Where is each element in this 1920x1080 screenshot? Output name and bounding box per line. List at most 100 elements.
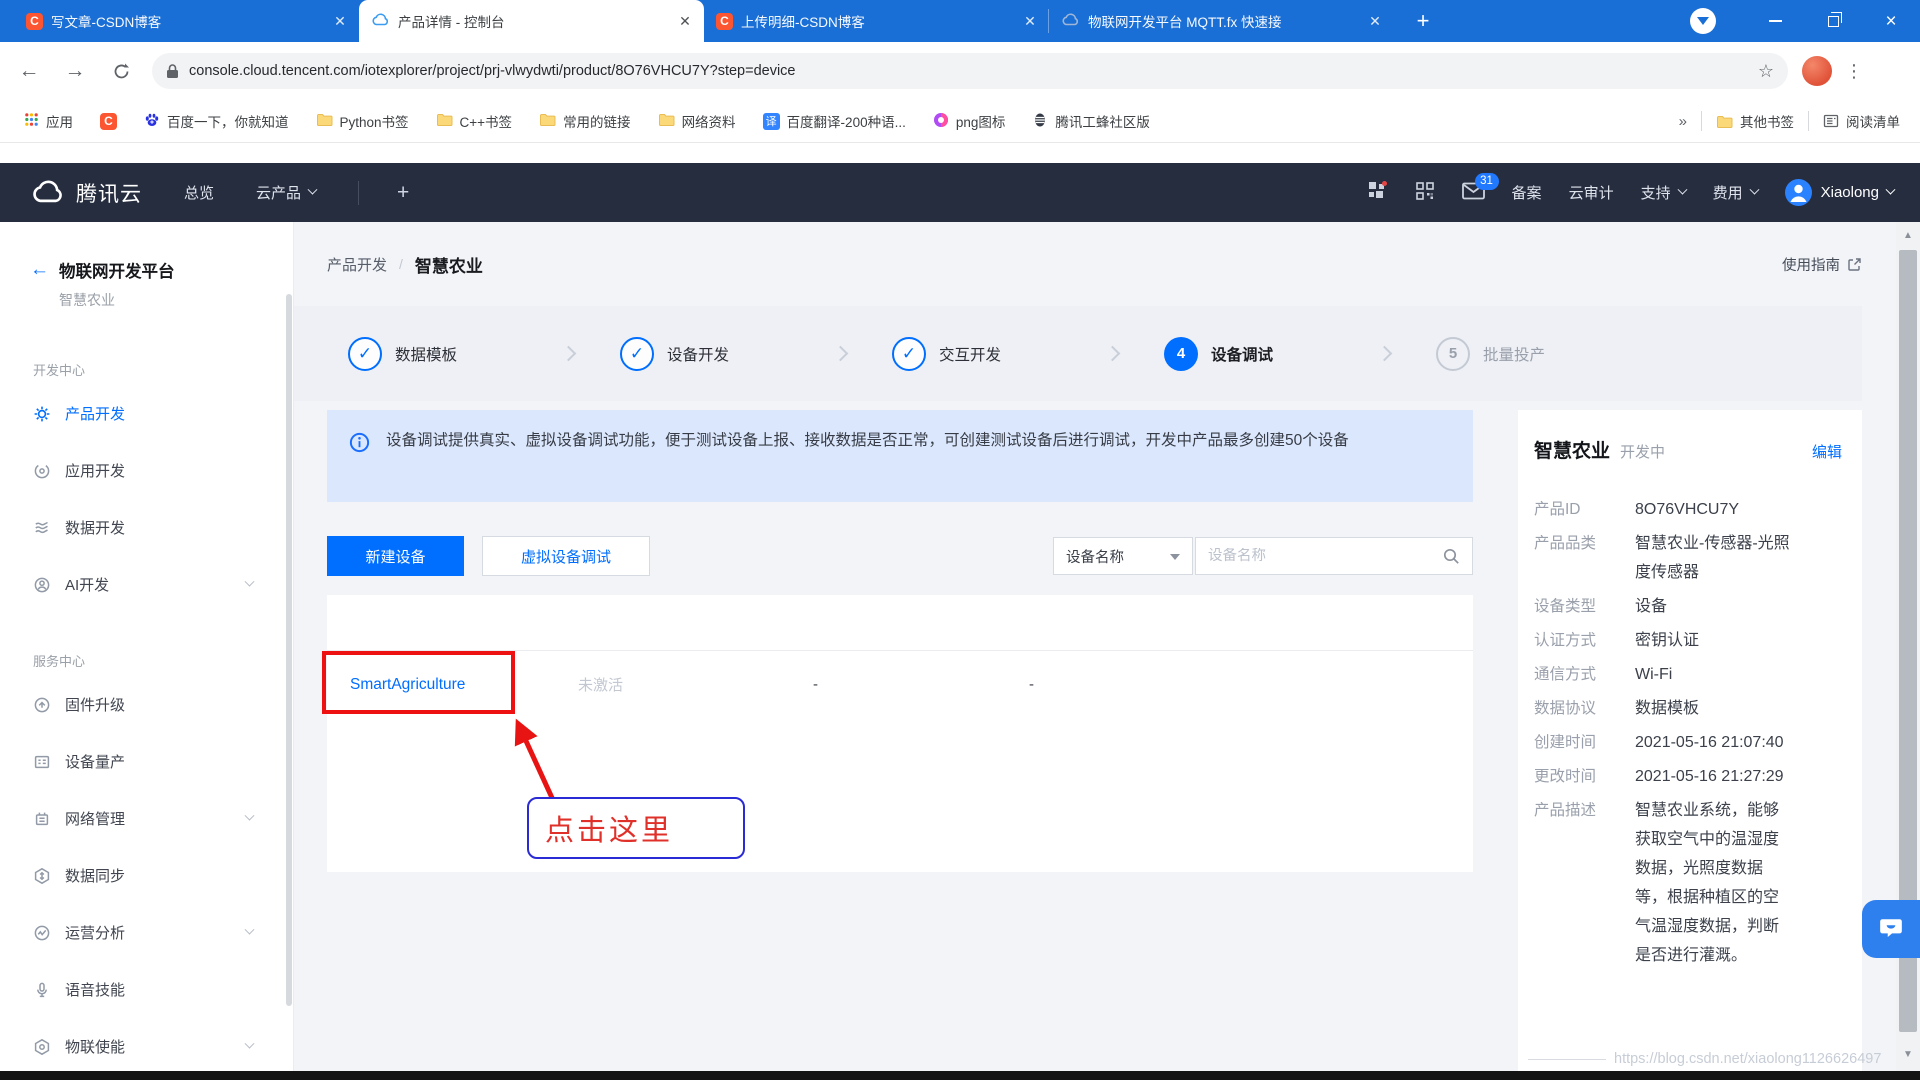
nav-right-item[interactable]: 备案 — [1512, 182, 1542, 203]
forward-button[interactable]: → — [58, 54, 92, 88]
sidebar-item[interactable]: 固件升级 — [0, 676, 293, 733]
sidebar-scrollbar[interactable] — [286, 294, 292, 1006]
bookmark-item[interactable]: 网络资料 — [658, 111, 736, 131]
reading-list-button[interactable]: 阅读清单 — [1823, 111, 1900, 131]
profile-avatar[interactable] — [1802, 56, 1832, 86]
minimize-button[interactable] — [1746, 0, 1804, 42]
chat-support-button[interactable] — [1862, 900, 1920, 958]
bookmark-item[interactable]: png图标 — [933, 111, 1006, 131]
chevron-down-icon — [1886, 185, 1896, 195]
product-status: 开发中 — [1620, 441, 1665, 462]
message-count-badge: 31 — [1475, 173, 1499, 190]
refresh-button[interactable] — [104, 54, 138, 88]
step-label: 数据模板 — [395, 343, 457, 365]
qrcode-icon[interactable] — [1415, 181, 1435, 205]
field-value: 2021-05-16 21:27:29 — [1635, 762, 1793, 791]
folder-icon — [316, 112, 333, 130]
bookmark-item[interactable]: 常用的链接 — [539, 111, 631, 131]
avatar-icon — [1785, 179, 1812, 206]
tab-close-icon[interactable]: ✕ — [1366, 13, 1384, 30]
sidebar-item[interactable]: 运营分析 — [0, 904, 293, 961]
step-item[interactable]: 数据模板 — [348, 337, 620, 371]
browser-tab[interactable]: C 上传明细-CSDN博客 ✕ — [704, 0, 1049, 42]
nav-right-item[interactable]: 费用 — [1713, 182, 1758, 203]
messages-button[interactable]: 31 — [1462, 182, 1485, 204]
step-item[interactable]: 交互开发 — [892, 337, 1164, 371]
nav-menu-item[interactable]: 云产品 — [256, 182, 316, 203]
field-label: 产品品类 — [1534, 529, 1635, 587]
tab-close-icon[interactable]: ✕ — [331, 13, 349, 30]
search-input[interactable] — [1208, 548, 1443, 564]
field-label: 产品ID — [1534, 495, 1635, 524]
user-menu[interactable]: Xiaolong — [1785, 179, 1894, 206]
breadcrumb-parent[interactable]: 产品开发 — [327, 254, 387, 275]
browser-tab[interactable]: C 写文章-CSDN博客 ✕ — [14, 0, 359, 42]
bookmark-item[interactable]: 译 百度翻译-200种语... — [763, 111, 906, 131]
sidebar-item[interactable]: 物联使能 — [0, 1018, 293, 1075]
search-box[interactable] — [1195, 537, 1473, 575]
back-arrow-icon[interactable]: ← — [30, 259, 49, 281]
sidebar-item[interactable]: 数据开发 — [0, 499, 293, 556]
virtual-debug-button[interactable]: 虚拟设备调试 — [482, 536, 650, 576]
table-header-row — [327, 595, 1473, 651]
console-apps-icon[interactable] — [1367, 180, 1388, 205]
nav-right-item[interactable]: 云审计 — [1569, 182, 1614, 203]
sidebar-item[interactable]: AI开发 — [0, 556, 293, 613]
tab-close-icon[interactable]: ✕ — [676, 13, 694, 30]
bookmark-item[interactable]: 百度一下，你就知道 — [144, 111, 289, 131]
scroll-down-icon[interactable]: ▼ — [1896, 1041, 1920, 1067]
address-bar[interactable]: console.cloud.tencent.com/iotexplorer/pr… — [152, 53, 1788, 89]
nav-add-button[interactable]: + — [397, 181, 409, 205]
brand-name: 腾讯云 — [76, 178, 142, 208]
tab-close-icon[interactable]: ✕ — [1021, 13, 1039, 30]
new-tab-button[interactable]: + — [1410, 8, 1436, 34]
bookmark-star-icon[interactable]: ☆ — [1758, 61, 1774, 82]
filter-dropdown[interactable]: 设备名称 — [1053, 537, 1193, 575]
sidebar-item[interactable]: 数据同步 — [0, 847, 293, 904]
menu-kebab-icon[interactable]: ⋮ — [1840, 61, 1868, 82]
chevron-down-icon — [1677, 185, 1687, 195]
sidebar-item[interactable]: 语音技能 — [0, 961, 293, 1018]
bookmark-item[interactable]: C — [100, 113, 117, 130]
bookmarks-overflow-button[interactable]: » — [1679, 113, 1687, 130]
step-item[interactable]: 设备开发 — [620, 337, 892, 371]
external-link-icon — [1847, 257, 1862, 272]
chevron-down-icon — [245, 577, 255, 587]
folder-icon — [1716, 114, 1733, 129]
other-bookmarks-button[interactable]: 其他书签 — [1716, 111, 1794, 131]
sidebar-item[interactable]: 产品开发 — [0, 385, 293, 442]
back-button[interactable]: ← — [12, 54, 46, 88]
step-item[interactable]: 4 设备调试 — [1164, 337, 1436, 371]
edit-link[interactable]: 编辑 — [1812, 441, 1842, 462]
step-circle — [620, 337, 654, 371]
bookmark-item[interactable]: Python书签 — [316, 111, 409, 131]
browser-update-icon[interactable] — [1690, 8, 1716, 34]
sidebar-item[interactable]: 应用开发 — [0, 442, 293, 499]
scroll-up-icon[interactable]: ▲ — [1896, 222, 1920, 248]
chevron-down-icon — [308, 185, 318, 195]
step-circle: 4 — [1164, 337, 1198, 371]
bookmark-item[interactable]: 应用 — [24, 111, 73, 131]
step-circle — [892, 337, 926, 371]
bookmark-label: Python书签 — [340, 111, 409, 131]
browser-tab[interactable]: 产品详情 - 控制台 ✕ — [359, 0, 704, 42]
step-item[interactable]: 5 批量投产 — [1436, 337, 1708, 371]
sidebar-item[interactable]: 设备量产 — [0, 733, 293, 790]
maximize-restore-button[interactable] — [1804, 0, 1862, 42]
nav-menu-item[interactable]: 总览 — [184, 182, 214, 203]
nav-right-item[interactable]: 支持 — [1641, 182, 1686, 203]
browser-tab[interactable]: 物联网开发平台 MQTT.fx 快速接 ✕ — [1049, 0, 1394, 42]
bookmark-item[interactable]: 腾讯工蜂社区版 — [1032, 111, 1150, 131]
sidebar-item[interactable]: 网络管理 — [0, 790, 293, 847]
tencent-cloud-logo[interactable]: 腾讯云 — [30, 178, 142, 208]
search-icon[interactable] — [1443, 548, 1460, 565]
close-button[interactable]: × — [1862, 0, 1920, 42]
new-device-button[interactable]: 新建设备 — [327, 536, 464, 576]
bookmark-item[interactable]: C++书签 — [436, 111, 513, 131]
screen: C 写文章-CSDN博客 ✕ 产品详情 - 控制台 ✕ C 上传明细-CSDN博… — [0, 0, 1920, 1080]
sidebar-item-label: 应用开发 — [65, 460, 125, 481]
sidebar-item-label: 运营分析 — [65, 922, 125, 943]
sidebar-item-label: 数据同步 — [65, 865, 125, 886]
usage-guide-link[interactable]: 使用指南 — [1782, 254, 1862, 275]
field-label: 创建时间 — [1534, 728, 1635, 757]
